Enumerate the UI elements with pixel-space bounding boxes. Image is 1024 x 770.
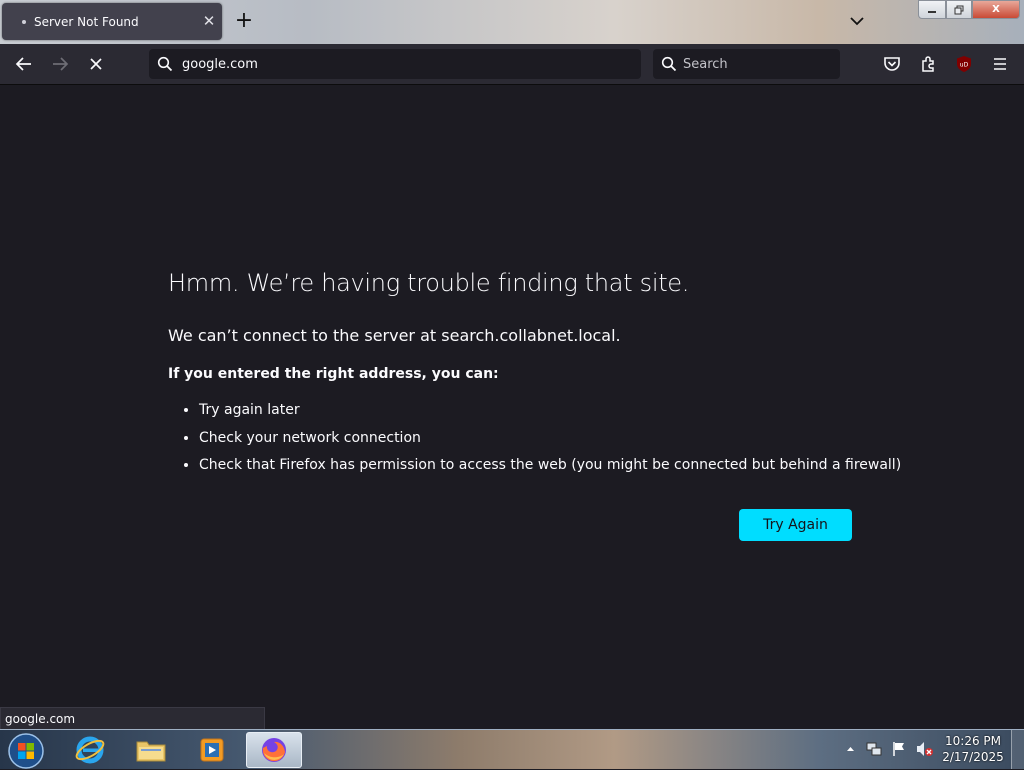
svg-text:uD: uD: [960, 62, 969, 69]
search-bar[interactable]: Search: [653, 49, 840, 79]
restore-icon[interactable]: [946, 0, 972, 19]
pocket-icon[interactable]: [883, 56, 901, 72]
arrow-right-icon: [47, 51, 73, 77]
window-controls: X: [918, 0, 1020, 19]
extensions-icon[interactable]: [920, 55, 938, 73]
navigation-toolbar: google.com Search uD: [0, 44, 1024, 85]
media-player-icon[interactable]: [184, 732, 240, 768]
chevron-down-icon[interactable]: [846, 10, 868, 32]
volume-muted-icon[interactable]: [916, 741, 934, 757]
show-desktop-button[interactable]: [1011, 730, 1024, 769]
title-bar: Server Not Found ✕ + X: [0, 0, 1024, 44]
suggestion-list: Try again later Check your network conne…: [168, 397, 901, 480]
menu-icon[interactable]: [992, 57, 1008, 71]
taskbar: 10:26 PM 2/17/2025: [0, 729, 1024, 769]
clock-time: 10:26 PM: [945, 734, 1001, 748]
action-center-flag-icon[interactable]: [891, 741, 907, 757]
show-hidden-icon[interactable]: [846, 746, 855, 752]
error-subheading: If you entered the right address, you ca…: [168, 366, 499, 382]
clock-date: 2/17/2025: [942, 750, 1004, 764]
taskbar-clock[interactable]: 10:26 PM 2/17/2025: [940, 733, 1006, 765]
list-item: Try again later: [199, 397, 901, 425]
address-bar-text: google.com: [182, 57, 258, 72]
tab-server-not-found[interactable]: Server Not Found ✕: [2, 3, 222, 40]
list-item: Check your network connection: [199, 425, 901, 453]
new-tab-button[interactable]: +: [232, 9, 256, 33]
tab-title: Server Not Found: [34, 15, 139, 29]
window-close-button[interactable]: X: [972, 0, 1020, 19]
ublock-icon[interactable]: uD: [955, 55, 973, 73]
list-item: Check that Firefox has permission to acc…: [199, 452, 901, 480]
try-again-button[interactable]: Try Again: [739, 509, 852, 541]
search-icon: [661, 56, 677, 72]
file-explorer-icon[interactable]: [123, 732, 179, 768]
arrow-left-icon[interactable]: [11, 51, 37, 77]
status-panel: google.com: [0, 707, 265, 731]
tab-loading-dot: [22, 20, 26, 24]
stop-icon[interactable]: [83, 51, 109, 77]
error-page: Hmm. We’re having trouble finding that s…: [0, 85, 1024, 705]
address-bar[interactable]: google.com: [149, 49, 641, 79]
minimize-icon[interactable]: [918, 0, 946, 19]
close-icon[interactable]: ✕: [199, 11, 219, 31]
search-icon: [157, 56, 173, 72]
error-description: We can’t connect to the server at search…: [168, 326, 621, 345]
firefox-icon[interactable]: [246, 732, 302, 768]
start-button[interactable]: [7, 732, 45, 770]
search-placeholder: Search: [683, 57, 728, 72]
error-title: Hmm. We’re having trouble finding that s…: [168, 269, 690, 297]
status-text: google.com: [5, 712, 76, 726]
internet-explorer-icon[interactable]: [62, 732, 118, 768]
network-icon[interactable]: [866, 741, 882, 757]
